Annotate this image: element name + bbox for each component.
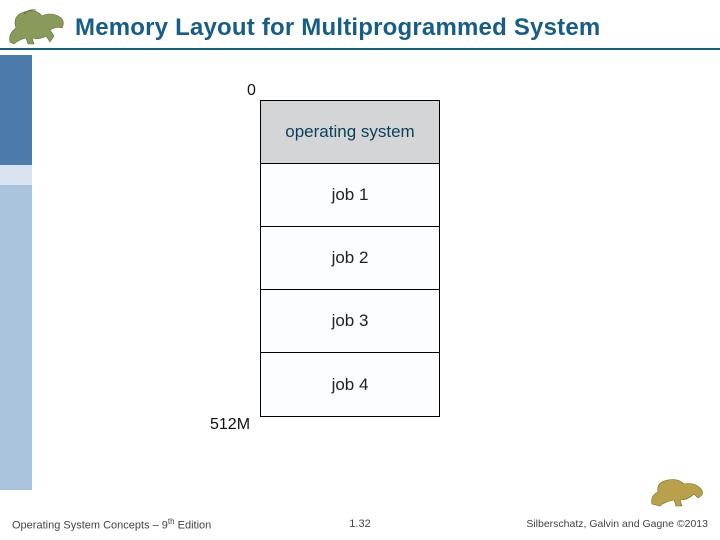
footer-book-prefix: Operating System Concepts – 9 — [12, 519, 168, 531]
footer-left: Operating System Concepts – 9th Edition — [12, 517, 211, 532]
address-start-label: 0 — [247, 82, 256, 100]
memory-row-job: job 1 — [261, 164, 439, 227]
memory-table: operating systemjob 1job 2job 3job 4 — [260, 100, 440, 417]
slide: Memory Layout for Multiprogrammed System… — [0, 0, 720, 540]
footer-page-number: 1.32 — [349, 518, 370, 530]
address-end-label: 512M — [210, 416, 250, 434]
footer-book-suffix: Edition — [175, 519, 212, 531]
sidebar-block-medium — [0, 185, 32, 490]
memory-row-job: job 2 — [261, 227, 439, 290]
footer-ordinal-sup: th — [168, 517, 175, 526]
page-title: Memory Layout for Multiprogrammed System — [75, 14, 705, 42]
sidebar-block-dark — [0, 55, 32, 165]
title-area: Memory Layout for Multiprogrammed System — [75, 14, 705, 42]
dinosaur-icon — [650, 474, 706, 508]
dinosaur-icon — [6, 6, 68, 46]
title-underline — [0, 48, 720, 50]
footer-copyright: Silberschatz, Galvin and Gagne ©2013 — [526, 518, 708, 530]
memory-row-job: job 4 — [261, 353, 439, 416]
footer: Operating System Concepts – 9th Edition … — [0, 512, 720, 540]
sidebar-block-light — [0, 165, 32, 185]
left-sidebar-decoration — [0, 55, 32, 490]
memory-row-job: job 3 — [261, 290, 439, 353]
memory-row-os: operating system — [261, 101, 439, 164]
